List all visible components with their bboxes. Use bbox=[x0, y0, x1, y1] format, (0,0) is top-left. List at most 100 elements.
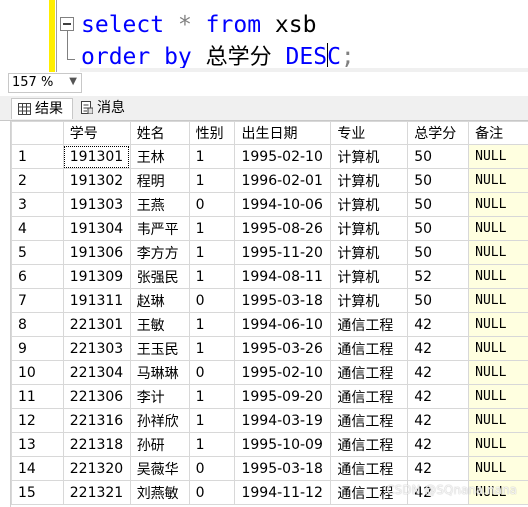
table-row[interactable]: 1 191301 王林 1 1995-02-10 计算机 50 NULL bbox=[11, 144, 528, 169]
table-cell[interactable]: 吴薇华 bbox=[129, 456, 190, 481]
table-cell[interactable]: 42 bbox=[407, 360, 470, 385]
table-cell[interactable]: 221316 bbox=[62, 408, 131, 433]
row-number[interactable]: 12 bbox=[11, 408, 64, 433]
table-cell[interactable]: NULL bbox=[468, 384, 528, 409]
table-cell[interactable]: 191306 bbox=[62, 240, 131, 265]
table-cell[interactable]: 42 bbox=[407, 456, 470, 481]
table-cell[interactable]: 42 bbox=[407, 336, 470, 361]
row-number-header[interactable] bbox=[11, 121, 64, 145]
table-cell[interactable]: 1996-02-01 bbox=[234, 168, 332, 193]
table-cell[interactable]: 1 bbox=[188, 168, 236, 193]
table-cell[interactable]: 孙研 bbox=[129, 432, 190, 457]
table-row[interactable]: 10 221304 马琳琳 0 1995-02-10 通信工程 42 NULL bbox=[11, 360, 528, 385]
table-cell[interactable]: 1995-03-18 bbox=[234, 288, 332, 313]
table-cell[interactable]: 1 bbox=[188, 216, 236, 241]
collapse-icon[interactable] bbox=[60, 17, 74, 31]
row-number[interactable]: 4 bbox=[11, 216, 64, 241]
column-header[interactable]: 姓名 bbox=[129, 121, 190, 145]
row-number[interactable]: 6 bbox=[11, 264, 64, 289]
table-cell[interactable]: 计算机 bbox=[330, 144, 409, 169]
table-cell[interactable]: 计算机 bbox=[330, 216, 409, 241]
table-cell[interactable]: 221301 bbox=[62, 312, 131, 337]
table-cell[interactable]: 1 bbox=[188, 144, 236, 169]
table-cell[interactable]: 50 bbox=[407, 192, 470, 217]
table-cell[interactable]: 1 bbox=[188, 336, 236, 361]
row-number[interactable]: 14 bbox=[11, 456, 64, 481]
row-number[interactable]: 13 bbox=[11, 432, 64, 457]
table-cell[interactable]: 50 bbox=[407, 288, 470, 313]
table-cell[interactable]: NULL bbox=[468, 312, 528, 337]
table-cell[interactable]: NULL bbox=[468, 408, 528, 433]
table-cell[interactable]: 通信工程 bbox=[330, 456, 409, 481]
table-cell[interactable]: NULL bbox=[468, 432, 528, 457]
row-number[interactable]: 8 bbox=[11, 312, 64, 337]
zoom-select[interactable]: 157 % ▼ bbox=[8, 73, 82, 93]
table-cell[interactable]: 0 bbox=[188, 288, 236, 313]
table-cell[interactable]: 0 bbox=[188, 360, 236, 385]
table-cell[interactable]: 计算机 bbox=[330, 240, 409, 265]
table-cell[interactable]: 孙祥欣 bbox=[129, 408, 190, 433]
table-cell[interactable]: 1995-03-18 bbox=[234, 456, 332, 481]
table-cell[interactable]: 计算机 bbox=[330, 264, 409, 289]
table-cell[interactable]: 计算机 bbox=[330, 168, 409, 193]
table-cell[interactable]: 刘燕敏 bbox=[129, 480, 190, 505]
table-cell[interactable]: 0 bbox=[188, 192, 236, 217]
table-cell[interactable]: NULL bbox=[468, 216, 528, 241]
table-cell[interactable]: 张强民 bbox=[129, 264, 190, 289]
results-grid[interactable]: 学号 姓名 性别 出生日期 专业 总学分 备注 1 191301 王林 1 1995-0… bbox=[10, 121, 528, 507]
table-cell[interactable]: 42 bbox=[407, 432, 470, 457]
table-row[interactable]: 2 191302 程明 1 1996-02-01 计算机 50 NULL bbox=[11, 168, 528, 193]
table-cell[interactable]: 赵琳 bbox=[129, 288, 190, 313]
table-cell[interactable]: 1995-09-20 bbox=[234, 384, 332, 409]
row-number[interactable]: 2 bbox=[11, 168, 64, 193]
column-header[interactable]: 出生日期 bbox=[234, 121, 332, 145]
table-cell[interactable]: 1 bbox=[188, 408, 236, 433]
table-cell[interactable]: 52 bbox=[407, 264, 470, 289]
table-row[interactable]: 3 191303 王燕 0 1994-10-06 计算机 50 NULL bbox=[11, 192, 528, 217]
table-cell[interactable]: 191309 bbox=[62, 264, 131, 289]
table-cell[interactable]: 1994-11-12 bbox=[234, 480, 332, 505]
table-row[interactable]: 9 221303 王玉民 1 1995-03-26 通信工程 42 NULL bbox=[11, 336, 528, 361]
column-header[interactable]: 专业 bbox=[330, 121, 409, 145]
table-cell[interactable]: 191302 bbox=[62, 168, 131, 193]
editor-scrollbar[interactable] bbox=[80, 68, 528, 72]
table-cell[interactable]: 李方方 bbox=[129, 240, 190, 265]
table-cell[interactable]: 通信工程 bbox=[330, 384, 409, 409]
table-cell[interactable]: 程明 bbox=[129, 168, 190, 193]
table-row[interactable]: 4 191304 韦严平 1 1995-08-26 计算机 50 NULL bbox=[11, 216, 528, 241]
table-cell[interactable]: NULL bbox=[468, 192, 528, 217]
table-cell[interactable]: 1995-03-26 bbox=[234, 336, 332, 361]
row-number[interactable]: 1 bbox=[11, 144, 64, 169]
table-cell[interactable]: 通信工程 bbox=[330, 336, 409, 361]
table-cell[interactable]: NULL bbox=[468, 336, 528, 361]
table-cell[interactable]: NULL bbox=[468, 240, 528, 265]
table-cell[interactable]: 韦严平 bbox=[129, 216, 190, 241]
table-cell[interactable]: 1 bbox=[188, 312, 236, 337]
table-cell[interactable]: 191304 bbox=[62, 216, 131, 241]
table-cell[interactable]: 1995-02-10 bbox=[234, 144, 332, 169]
table-cell[interactable]: 0 bbox=[188, 456, 236, 481]
row-number[interactable]: 15 bbox=[11, 480, 64, 505]
query-editor[interactable]: select * from xsb order by 总学分 DESC; bbox=[0, 0, 528, 72]
table-cell[interactable]: 50 bbox=[407, 168, 470, 193]
table-cell[interactable]: 1 bbox=[188, 432, 236, 457]
table-row[interactable]: 6 191309 张强民 1 1994-08-11 计算机 52 NULL bbox=[11, 264, 528, 289]
column-header[interactable]: 学号 bbox=[62, 121, 131, 145]
table-cell[interactable]: 221318 bbox=[62, 432, 131, 457]
row-number[interactable]: 11 bbox=[11, 384, 64, 409]
column-header[interactable]: 备注 bbox=[468, 121, 528, 145]
table-cell[interactable]: 1994-10-06 bbox=[234, 192, 332, 217]
table-cell[interactable]: 0 bbox=[188, 480, 236, 505]
table-cell[interactable]: 221306 bbox=[62, 384, 131, 409]
table-cell[interactable]: NULL bbox=[468, 360, 528, 385]
table-cell[interactable]: 通信工程 bbox=[330, 360, 409, 385]
row-number[interactable]: 10 bbox=[11, 360, 64, 385]
tab-messages[interactable]: 消息 bbox=[75, 98, 135, 119]
table-cell[interactable]: 42 bbox=[407, 384, 470, 409]
table-cell[interactable]: 221303 bbox=[62, 336, 131, 361]
table-cell[interactable]: 王林 bbox=[129, 144, 190, 169]
column-header[interactable]: 性别 bbox=[188, 121, 236, 145]
table-cell[interactable]: 1 bbox=[188, 240, 236, 265]
table-cell[interactable]: 50 bbox=[407, 144, 470, 169]
table-cell[interactable]: NULL bbox=[468, 288, 528, 313]
